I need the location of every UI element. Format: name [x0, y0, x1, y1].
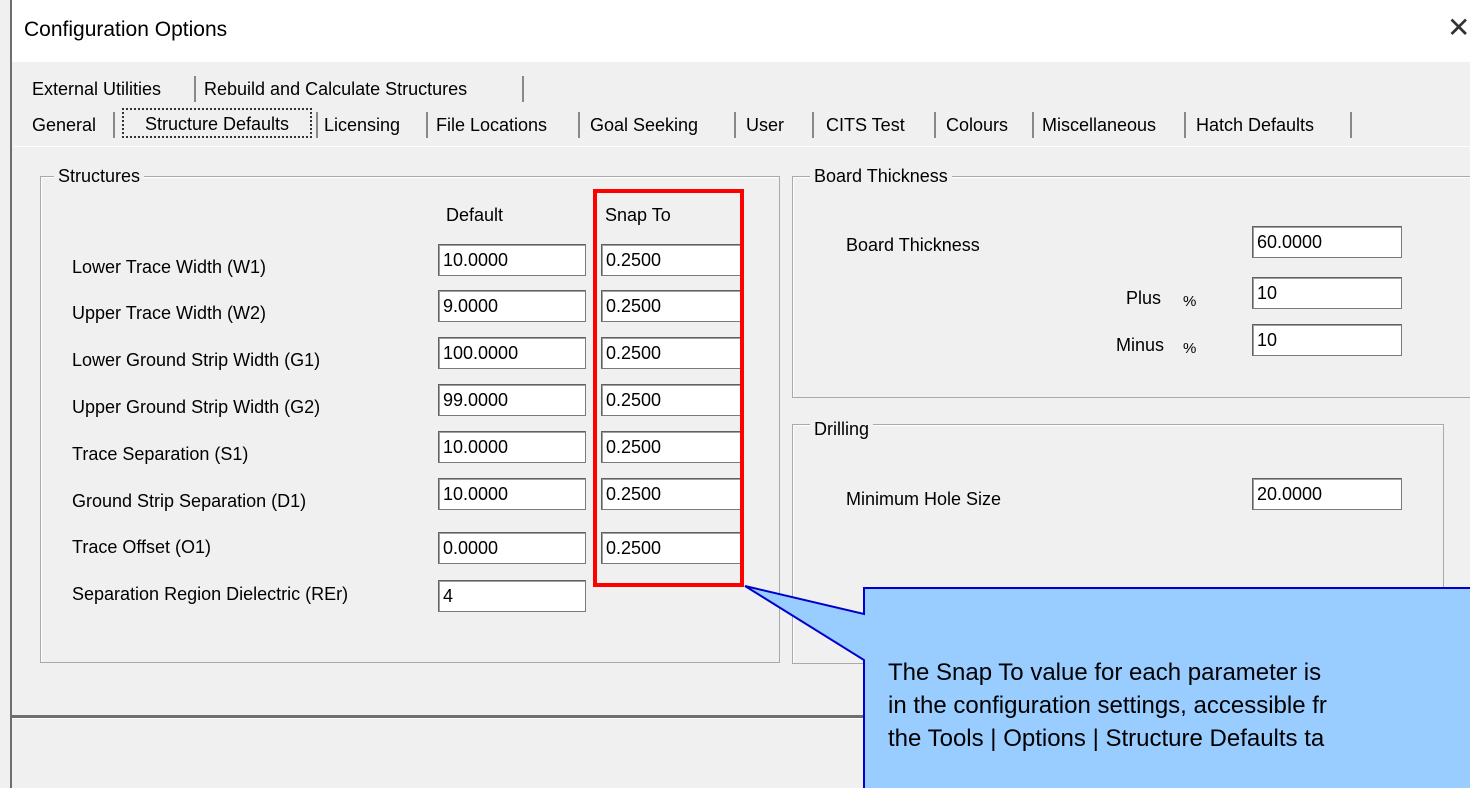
callout-line-2: in the configuration settings, accessibl…	[888, 692, 1327, 719]
callout-text: The Snap To value for each parameter is …	[888, 656, 1470, 755]
callout-line-3: the Tools | Options | Structure Defaults…	[888, 725, 1325, 752]
callout-line-1: The Snap To value for each parameter is	[888, 659, 1322, 686]
